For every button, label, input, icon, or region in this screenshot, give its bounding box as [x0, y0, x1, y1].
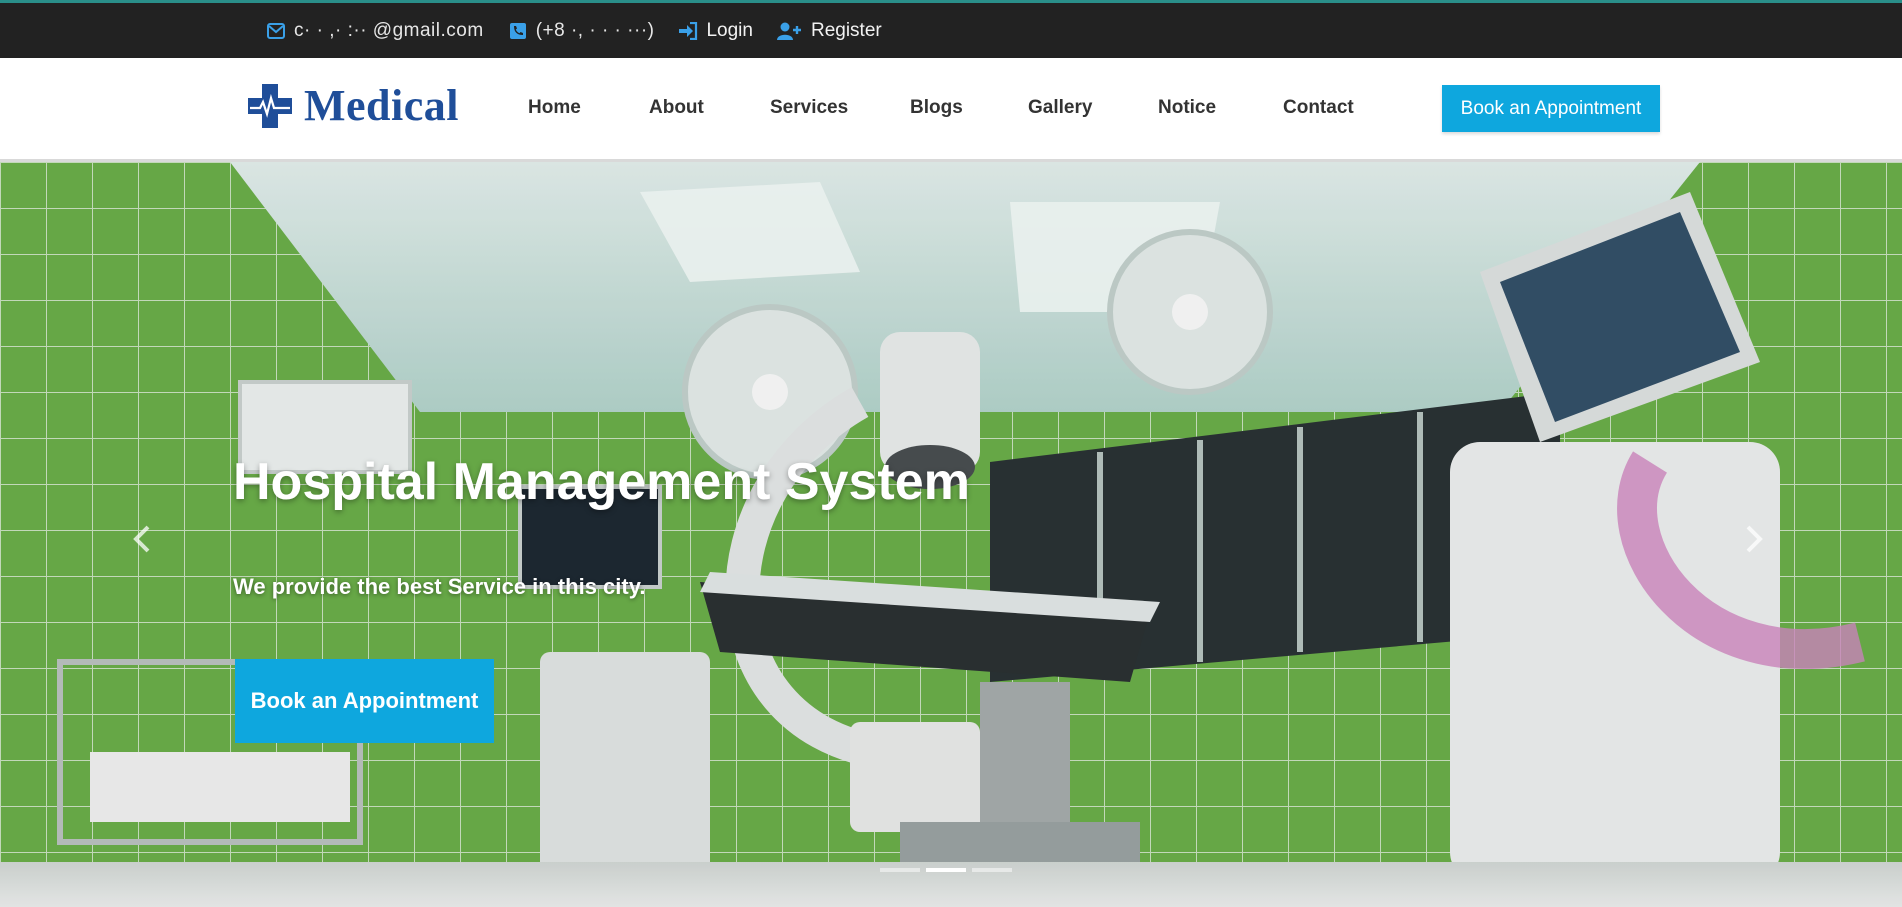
hero-title: Hospital Management System [233, 453, 970, 511]
nav-menu: Home About Services Blogs Gallery Notice… [528, 58, 1393, 158]
chevron-left-icon [133, 525, 150, 553]
envelope-icon [266, 21, 286, 41]
carousel-indicator[interactable] [880, 868, 920, 872]
carousel-indicators [880, 868, 1012, 872]
site-logo[interactable]: Medical [246, 80, 459, 131]
operating-room-image [0, 162, 1902, 907]
hero-carousel: Hospital Management System We provide th… [0, 162, 1902, 907]
user-plus-icon [776, 21, 803, 41]
carousel-indicator-active[interactable] [926, 868, 966, 872]
nav-gallery[interactable]: Gallery [1028, 97, 1158, 119]
phone-text: (+8 ·, · · · ···) [535, 19, 655, 41]
top-bar: c· · ,· :·· @gmail.com (+8 ·, · · · ···)… [0, 0, 1902, 58]
hero-book-appointment-button[interactable]: Book an Appointment [235, 659, 494, 743]
login-link[interactable]: Login [678, 20, 753, 42]
nav-contact[interactable]: Contact [1283, 97, 1393, 119]
medical-cross-icon [248, 83, 292, 128]
email-contact[interactable]: c· · ,· :·· @gmail.com [266, 20, 484, 42]
book-appointment-button[interactable]: Book an Appointment [1442, 85, 1660, 132]
register-link[interactable]: Register [776, 19, 882, 42]
carousel-next-button[interactable] [1734, 514, 1774, 564]
nav-blogs[interactable]: Blogs [910, 97, 1028, 119]
logo-text: Medical [304, 81, 460, 130]
main-navbar: Medical Home About Services Blogs Galler… [0, 58, 1902, 162]
sign-in-icon [678, 21, 698, 41]
nav-notice[interactable]: Notice [1158, 97, 1283, 119]
carousel-prev-button[interactable] [122, 514, 162, 564]
nav-services[interactable]: Services [770, 97, 910, 119]
login-label: Login [706, 19, 753, 41]
top-bar-contents: c· · ,· :·· @gmail.com (+8 ·, · · · ···)… [266, 3, 906, 58]
phone-icon [508, 21, 528, 41]
phone-contact[interactable]: (+8 ·, · · · ···) [508, 20, 655, 42]
email-text: c· · ,· :·· @gmail.com [294, 19, 484, 41]
chevron-right-icon [1746, 525, 1763, 553]
carousel-indicator[interactable] [972, 868, 1012, 872]
hero-subtitle: We provide the best Service in this city… [233, 574, 646, 599]
register-label: Register [810, 19, 882, 41]
nav-home[interactable]: Home [528, 97, 649, 119]
nav-about[interactable]: About [649, 97, 770, 119]
